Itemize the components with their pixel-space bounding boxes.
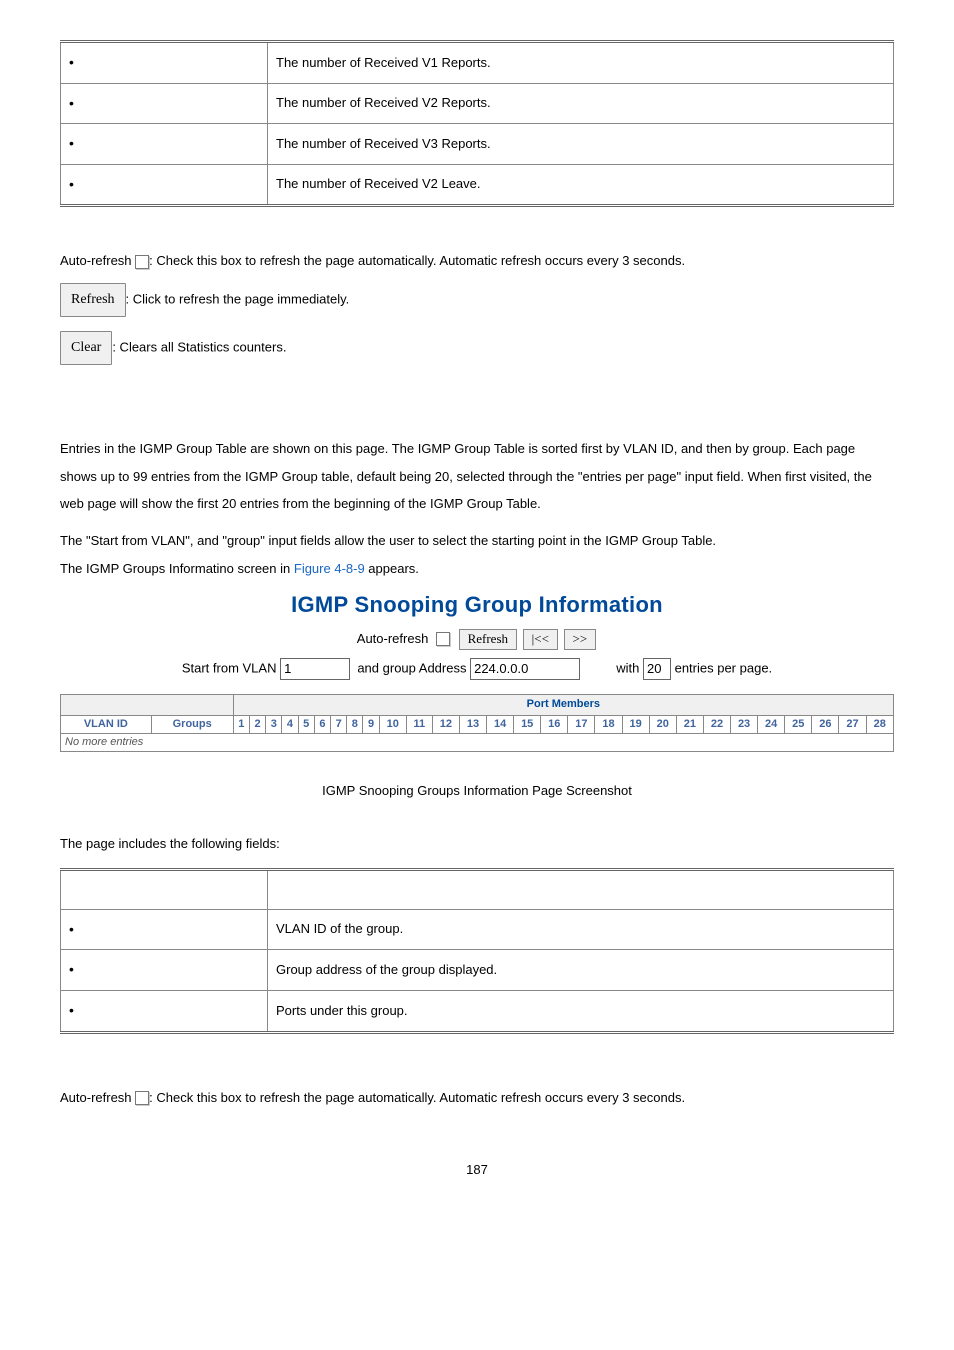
no-more-entries: No more entries xyxy=(61,733,894,751)
port-col: 22 xyxy=(703,715,730,733)
desc-cell: VLAN ID of the group. xyxy=(268,909,894,950)
bullet-cell xyxy=(61,909,268,950)
port-col: 6 xyxy=(314,715,330,733)
auto-refresh-checkbox[interactable] xyxy=(436,632,450,646)
text: Auto-refresh xyxy=(60,253,135,268)
figure-ref-link[interactable]: Figure 4-8-9 xyxy=(294,561,365,576)
bullet-cell xyxy=(61,83,268,124)
port-col: 16 xyxy=(541,715,568,733)
bullet-cell xyxy=(61,124,268,165)
with-label: with xyxy=(616,660,639,675)
desc-cell: Ports under this group. xyxy=(268,990,894,1032)
bullet-cell xyxy=(61,950,268,991)
port-col: 28 xyxy=(866,715,893,733)
port-col: 15 xyxy=(514,715,541,733)
port-col: 18 xyxy=(595,715,622,733)
text: : Check this box to refresh the page aut… xyxy=(149,1090,685,1105)
entries-input[interactable]: 20 xyxy=(643,658,671,680)
refresh-desc: Refresh: Click to refresh the page immed… xyxy=(60,283,894,317)
desc-cell: The number of Received V2 Leave. xyxy=(268,164,894,206)
intro-line3: The IGMP Groups Informatino screen in Fi… xyxy=(60,555,894,582)
bullet-cell xyxy=(61,164,268,206)
port-members-header: Port Members xyxy=(233,695,893,715)
auto-refresh-label: Auto-refresh xyxy=(357,631,429,646)
text: : Click to refresh the page immediately. xyxy=(126,291,350,306)
port-col: 19 xyxy=(622,715,649,733)
port-members-table: Port Members VLAN ID Groups 1 2 3 4 5 6 … xyxy=(60,694,894,752)
port-col: 20 xyxy=(649,715,676,733)
auto-refresh-desc: Auto-refresh : Check this box to refresh… xyxy=(60,247,894,274)
port-col: 5 xyxy=(298,715,314,733)
fields-table: VLAN ID of the group. Group address of t… xyxy=(60,868,894,1034)
start-vlan-label: Start from VLAN xyxy=(182,660,277,675)
port-col: 27 xyxy=(839,715,866,733)
clear-button[interactable]: Clear xyxy=(60,331,112,365)
vlan-id-header: VLAN ID xyxy=(61,715,152,733)
text: Auto-refresh xyxy=(60,1090,135,1105)
caption-text: IGMP Snooping Groups Information Page Sc… xyxy=(322,783,632,798)
desc-cell: The number of Received V3 Reports. xyxy=(268,124,894,165)
port-col: 1 xyxy=(233,715,249,733)
text: : Check this box to refresh the page aut… xyxy=(149,253,685,268)
port-col: 25 xyxy=(785,715,812,733)
port-col: 4 xyxy=(282,715,298,733)
entries-per-page-label: entries per page. xyxy=(675,660,773,675)
clear-desc: Clear: Clears all Statistics counters. xyxy=(60,331,894,365)
port-col: 13 xyxy=(459,715,486,733)
text: appears. xyxy=(365,561,419,576)
port-col: 14 xyxy=(487,715,514,733)
desc-cell: The number of Received V1 Reports. xyxy=(268,42,894,84)
text: : Clears all Statistics counters. xyxy=(112,340,286,355)
first-page-button[interactable]: |<< xyxy=(523,629,558,650)
figure-params: Start from VLAN 1 and group Address 224.… xyxy=(60,658,894,680)
figure-caption: IGMP Snooping Groups Information Page Sc… xyxy=(60,782,894,800)
refresh-button[interactable]: Refresh xyxy=(60,283,126,317)
start-vlan-input[interactable]: 1 xyxy=(280,658,350,680)
intro-line2: The "Start from VLAN", and "group" input… xyxy=(60,527,894,554)
port-col: 26 xyxy=(812,715,839,733)
port-col: 2 xyxy=(249,715,265,733)
port-col: 9 xyxy=(363,715,379,733)
next-page-button[interactable]: >> xyxy=(564,629,597,650)
port-col: 24 xyxy=(758,715,785,733)
groups-header: Groups xyxy=(151,715,233,733)
port-col: 17 xyxy=(568,715,595,733)
fields-intro: The page includes the following fields: xyxy=(60,830,894,857)
port-col: 8 xyxy=(347,715,363,733)
port-col: 3 xyxy=(266,715,282,733)
bullet-cell xyxy=(61,990,268,1032)
page-number: 187 xyxy=(60,1161,894,1179)
port-col: 7 xyxy=(331,715,347,733)
port-col: 23 xyxy=(731,715,758,733)
refresh-button[interactable]: Refresh xyxy=(459,629,517,650)
intro-paragraph: Entries in the IGMP Group Table are show… xyxy=(60,435,894,517)
port-col: 21 xyxy=(676,715,703,733)
received-reports-table: The number of Received V1 Reports. The n… xyxy=(60,40,894,207)
checkbox-icon xyxy=(135,1091,149,1105)
port-col: 11 xyxy=(406,715,432,733)
figure-title: IGMP Snooping Group Information xyxy=(60,590,894,621)
figure-screenshot: IGMP Snooping Group Information Auto-ref… xyxy=(60,590,894,752)
figure-toolbar: Auto-refresh Refresh |<< >> xyxy=(60,629,894,650)
group-addr-label: and group Address xyxy=(357,660,466,675)
auto-refresh-desc-2: Auto-refresh : Check this box to refresh… xyxy=(60,1084,894,1111)
desc-cell: Group address of the group displayed. xyxy=(268,950,894,991)
text: The IGMP Groups Informatino screen in xyxy=(60,561,294,576)
desc-cell: The number of Received V2 Reports. xyxy=(268,83,894,124)
bullet-cell xyxy=(61,42,268,84)
group-addr-input[interactable]: 224.0.0.0 xyxy=(470,658,580,680)
port-col: 10 xyxy=(379,715,406,733)
checkbox-icon xyxy=(135,255,149,269)
port-col: 12 xyxy=(432,715,459,733)
